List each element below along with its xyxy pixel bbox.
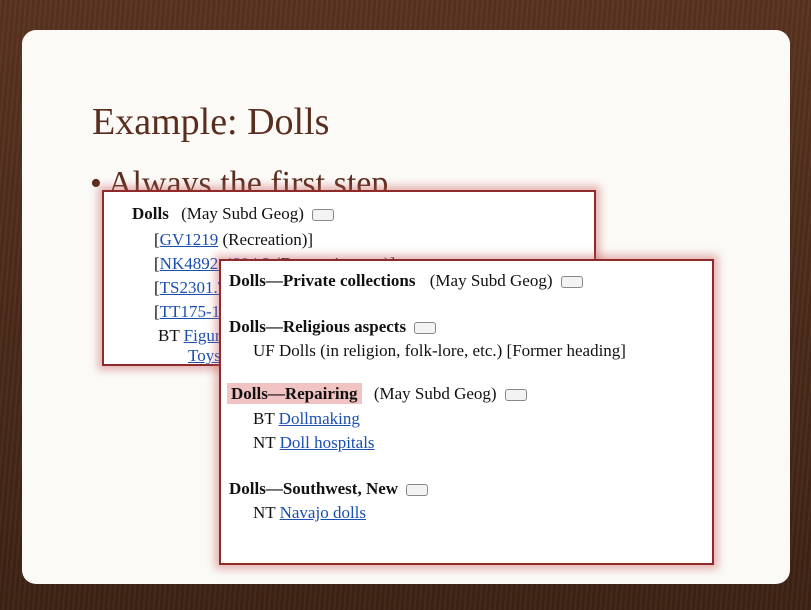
subdivision-panel: Dolls—Private collections (May Subd Geog… [219, 259, 714, 565]
bt-line: BT Dollmaking [253, 409, 360, 429]
class-line: [TT175-17 [154, 302, 229, 322]
toys-link[interactable]: Toys [188, 346, 221, 365]
entry-heading: Dolls—Private collections [229, 271, 416, 290]
toys-line: Toys [188, 346, 221, 366]
slide-title: Example: Dolls [92, 101, 330, 143]
entry-note: (May Subd Geog) [373, 384, 497, 403]
entry-repairing: Dolls—Repairing (May Subd Geog) [227, 383, 527, 404]
entry-heading: Dolls—Religious aspects [229, 317, 407, 336]
heading-note: (May Subd Geog) [181, 204, 304, 223]
speech-bubble-icon[interactable] [312, 209, 335, 222]
speech-bubble-icon[interactable] [414, 322, 437, 335]
entry-southwest-new: Dolls—Southwest, New [229, 479, 429, 499]
entry-private-collections: Dolls—Private collections (May Subd Geog… [229, 271, 583, 291]
entry-religious-aspects: Dolls—Religious aspects [229, 317, 437, 337]
nt-line: NT Doll hospitals [253, 433, 375, 453]
heading-term: Dolls [132, 204, 169, 223]
nt-prefix: NT [253, 433, 276, 452]
uf-line: UF Dolls (in religion, folk-lore, etc.) … [253, 341, 626, 361]
bt-link[interactable]: Dollmaking [279, 409, 360, 428]
heading-line: Dolls (May Subd Geog) [132, 204, 335, 224]
speech-bubble-icon[interactable] [504, 389, 527, 402]
bt-prefix: BT [253, 409, 275, 428]
uf-text: UF Dolls (in religion, folk-lore, etc.) … [253, 341, 626, 360]
class-link[interactable]: GV1219 [160, 230, 219, 249]
class-line: [GV1219 (Recreation)] [154, 230, 313, 250]
class-line: [TS2301.T [154, 278, 228, 298]
bullet-dot: • [90, 165, 102, 202]
nt-prefix: NT [253, 503, 276, 522]
entry-heading: Dolls—Southwest, New [229, 479, 399, 498]
nt-link[interactable]: Doll hospitals [280, 433, 375, 452]
speech-bubble-icon[interactable] [406, 484, 429, 497]
nt-line: NT Navajo dolls [253, 503, 366, 523]
entry-note: (May Subd Geog) [429, 271, 553, 290]
entry-heading-highlighted: Dolls—Repairing [227, 383, 362, 404]
bt-line: BT Figuri [158, 326, 225, 346]
class-note: (Recreation)] [222, 230, 314, 249]
nt-link[interactable]: Navajo dolls [280, 503, 366, 522]
speech-bubble-icon[interactable] [560, 276, 583, 289]
class-link[interactable]: TS2301.T [160, 278, 228, 297]
bt-prefix: BT [158, 326, 180, 345]
